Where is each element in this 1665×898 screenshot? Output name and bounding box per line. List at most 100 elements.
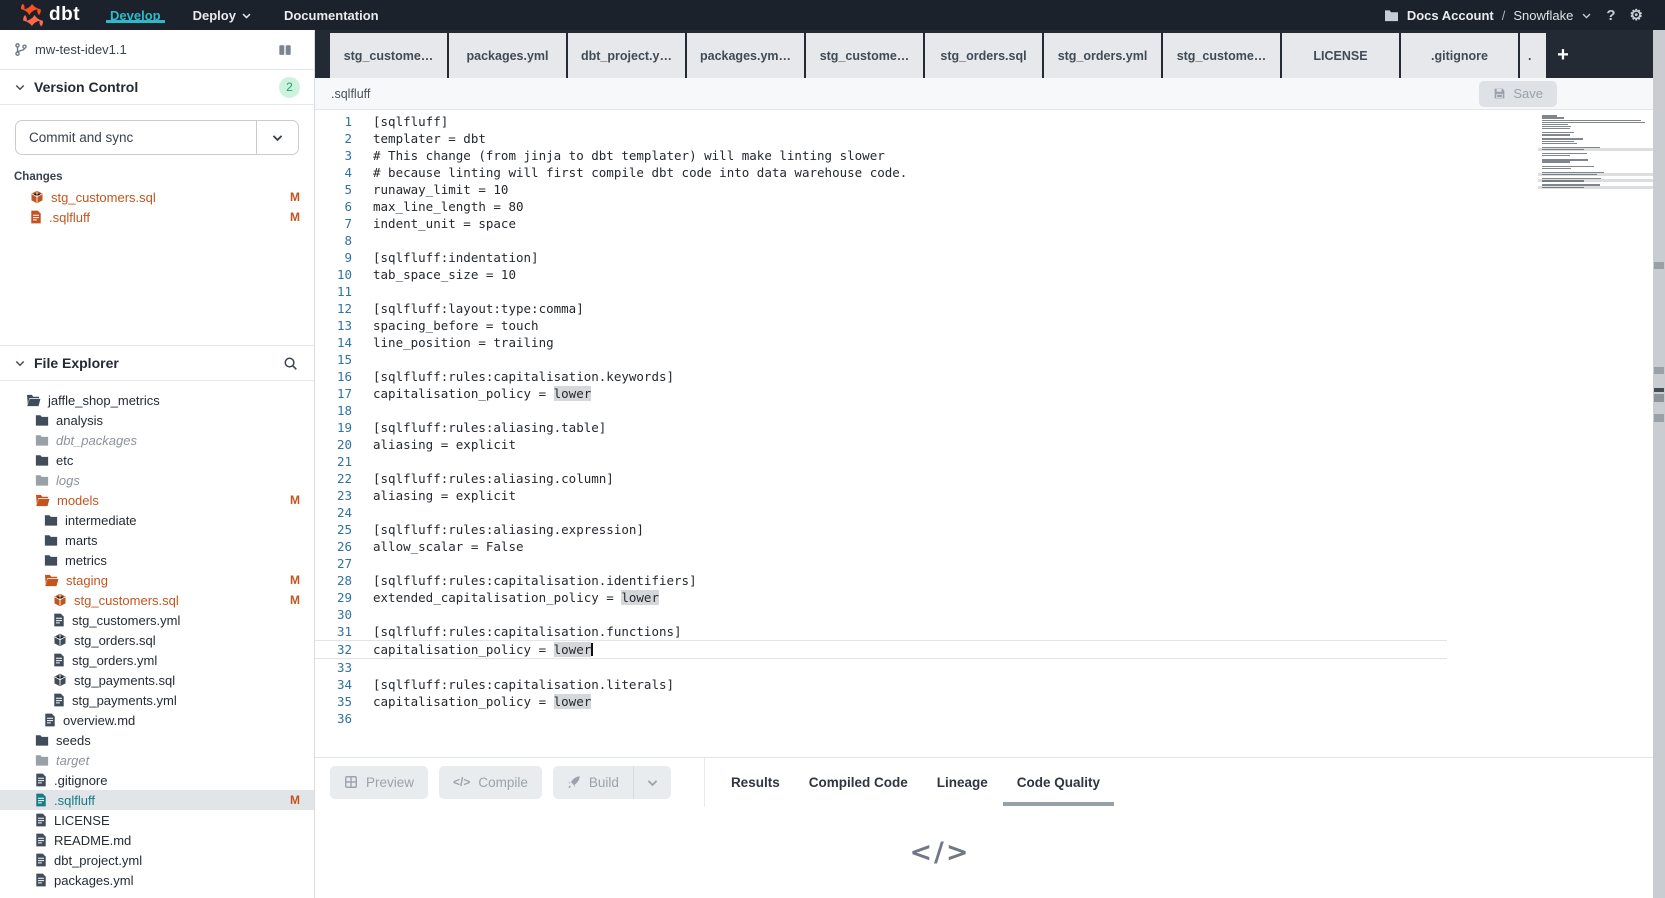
editor-tab[interactable]: stg_custome…	[1163, 33, 1280, 78]
tree-item-marts[interactable]: marts	[0, 530, 314, 550]
help-icon[interactable]: ?	[1606, 7, 1615, 24]
tree-item-packages-yml[interactable]: packages.yml	[0, 870, 314, 890]
code-line[interactable]: 9[sqlfluff:indentation]	[315, 249, 1447, 266]
tree-item-dbt-project-yml[interactable]: dbt_project.yml	[0, 850, 314, 870]
code-line[interactable]: 18	[315, 402, 1447, 419]
code-line[interactable]: 1[sqlfluff]	[315, 113, 1447, 130]
code-line[interactable]: 12[sqlfluff:layout:type:comma]	[315, 300, 1447, 317]
branch-selector[interactable]: mw-test-idev1.1	[0, 30, 314, 69]
commit-options-caret[interactable]	[256, 121, 298, 154]
changed-file-row[interactable]: .sqlfluffM	[0, 207, 314, 227]
tree-item-stg-payments-sql[interactable]: stg_payments.sql	[0, 670, 314, 690]
code-line[interactable]: 28[sqlfluff:rules:capitalisation.identif…	[315, 572, 1447, 589]
editor-tab[interactable]: stg_custome…	[806, 33, 923, 78]
code-line[interactable]: 4# because linting will first compile db…	[315, 164, 1447, 181]
code-line[interactable]: 20aliasing = explicit	[315, 436, 1447, 453]
preview-button[interactable]: Preview	[330, 766, 428, 799]
changed-file-row[interactable]: stg_customers.sqlM	[0, 187, 314, 207]
code-line[interactable]: 5runaway_limit = 10	[315, 181, 1447, 198]
code-line[interactable]: 19[sqlfluff:rules:aliasing.table]	[315, 419, 1447, 436]
code-line[interactable]: 3# This change (from jinja to dbt templa…	[315, 147, 1447, 164]
code-line[interactable]: 25[sqlfluff:rules:aliasing.expression]	[315, 521, 1447, 538]
code-editor[interactable]: 1[sqlfluff]2templater = dbt3# This chang…	[315, 110, 1665, 757]
result-tab-lineage[interactable]: Lineage	[937, 758, 988, 806]
code-line[interactable]: 22[sqlfluff:rules:aliasing.column]	[315, 470, 1447, 487]
editor-tab[interactable]: dbt_project.y…	[568, 33, 685, 78]
new-tab-button[interactable]: +	[1548, 33, 1578, 78]
editor-tab[interactable]: packages.ym…	[687, 33, 804, 78]
result-tab-compiled-code[interactable]: Compiled Code	[809, 758, 908, 806]
tree-item-readme-md[interactable]: README.md	[0, 830, 314, 850]
version-control-header[interactable]: Version Control 2	[0, 69, 314, 105]
editor-tab[interactable]: .gitignore	[1401, 33, 1518, 78]
code-line[interactable]: 8	[315, 232, 1447, 249]
panel-layout-icon[interactable]	[277, 43, 293, 57]
code-line[interactable]: 11	[315, 283, 1447, 300]
tree-item-jaffle-shop-metrics[interactable]: jaffle_shop_metrics	[0, 390, 314, 410]
code-line[interactable]: 31[sqlfluff:rules:capitalisation.functio…	[315, 623, 1447, 640]
editor-tab[interactable]: stg_custome…	[330, 33, 447, 78]
save-button[interactable]: Save	[1479, 81, 1557, 107]
build-options-caret[interactable]	[633, 766, 671, 799]
tree-item-stg-customers-yml[interactable]: stg_customers.yml	[0, 610, 314, 630]
search-icon[interactable]	[283, 356, 298, 371]
tree-item-models[interactable]: modelsM	[0, 490, 314, 510]
tree-item-staging[interactable]: stagingM	[0, 570, 314, 590]
code-line[interactable]: 35capitalisation_policy = lower	[315, 693, 1447, 710]
tree-item-target[interactable]: target	[0, 750, 314, 770]
code-line[interactable]: 17capitalisation_policy = lower	[315, 385, 1447, 402]
code-line-active[interactable]: 32capitalisation_policy = lower	[315, 640, 1447, 659]
code-line[interactable]: 7indent_unit = space	[315, 215, 1447, 232]
tree-item-seeds[interactable]: seeds	[0, 730, 314, 750]
result-tab-results[interactable]: Results	[731, 758, 780, 806]
tree-item-logs[interactable]: logs	[0, 470, 314, 490]
account-switcher[interactable]: Docs Account / Snowflake	[1384, 8, 1593, 23]
code-line[interactable]: 23aliasing = explicit	[315, 487, 1447, 504]
code-line[interactable]: 30	[315, 606, 1447, 623]
dbt-logo[interactable]: dbt	[0, 3, 94, 27]
editor-tab[interactable]: packages.yml	[449, 33, 566, 78]
editor-tab[interactable]: stg_orders.yml	[1044, 33, 1161, 78]
tree-item-overview-md[interactable]: overview.md	[0, 710, 314, 730]
page-scrollbar[interactable]	[1653, 30, 1665, 898]
nav-item-documentation[interactable]: Documentation	[268, 8, 395, 23]
tree-item-stg-payments-yml[interactable]: stg_payments.yml	[0, 690, 314, 710]
tree-item-stg-orders-yml[interactable]: stg_orders.yml	[0, 650, 314, 670]
code-line[interactable]: 16[sqlfluff:rules:capitalisation.keyword…	[315, 368, 1447, 385]
file-explorer-header[interactable]: File Explorer	[0, 345, 314, 381]
tree-item-stg-orders-sql[interactable]: stg_orders.sql	[0, 630, 314, 650]
tree-item-dbt-packages[interactable]: dbt_packages	[0, 430, 314, 450]
editor-tab-partial[interactable]: .	[1520, 33, 1546, 78]
gear-icon[interactable]: ⚙	[1630, 6, 1643, 24]
code-line[interactable]: 33	[315, 659, 1447, 676]
tree-item-license[interactable]: LICENSE	[0, 810, 314, 830]
code-line[interactable]: 15	[315, 351, 1447, 368]
code-line[interactable]: 21	[315, 453, 1447, 470]
code-line[interactable]: 34[sqlfluff:rules:capitalisation.literal…	[315, 676, 1447, 693]
code-line[interactable]: 26allow_scalar = False	[315, 538, 1447, 555]
tree-item-etc[interactable]: etc	[0, 450, 314, 470]
tree-item-stg-customers-sql[interactable]: stg_customers.sqlM	[0, 590, 314, 610]
tree-item--sqlfluff[interactable]: .sqlfluffM	[0, 790, 314, 810]
build-button[interactable]: Build	[553, 766, 633, 799]
tree-item-analysis[interactable]: analysis	[0, 410, 314, 430]
editor-minimap[interactable]	[1542, 115, 1655, 190]
code-line[interactable]: 13spacing_before = touch	[315, 317, 1447, 334]
compile-button[interactable]: </> Compile	[439, 766, 542, 799]
editor-tab[interactable]: stg_orders.sql	[925, 33, 1042, 78]
code-line[interactable]: 36	[315, 710, 1447, 727]
code-line[interactable]: 27	[315, 555, 1447, 572]
code-line[interactable]: 14line_position = trailing	[315, 334, 1447, 351]
nav-item-deploy[interactable]: Deploy	[177, 8, 268, 23]
editor-tab[interactable]: LICENSE	[1282, 33, 1399, 78]
code-line[interactable]: 29extended_capitalisation_policy = lower	[315, 589, 1447, 606]
tree-item--gitignore[interactable]: .gitignore	[0, 770, 314, 790]
commit-and-sync-button[interactable]: Commit and sync	[15, 120, 299, 155]
code-line[interactable]: 24	[315, 504, 1447, 521]
code-line[interactable]: 6max_line_length = 80	[315, 198, 1447, 215]
result-tab-code-quality[interactable]: Code Quality	[1017, 758, 1100, 806]
code-line[interactable]: 2templater = dbt	[315, 130, 1447, 147]
tree-item-metrics[interactable]: metrics	[0, 550, 314, 570]
code-line[interactable]: 10tab_space_size = 10	[315, 266, 1447, 283]
tree-item-intermediate[interactable]: intermediate	[0, 510, 314, 530]
